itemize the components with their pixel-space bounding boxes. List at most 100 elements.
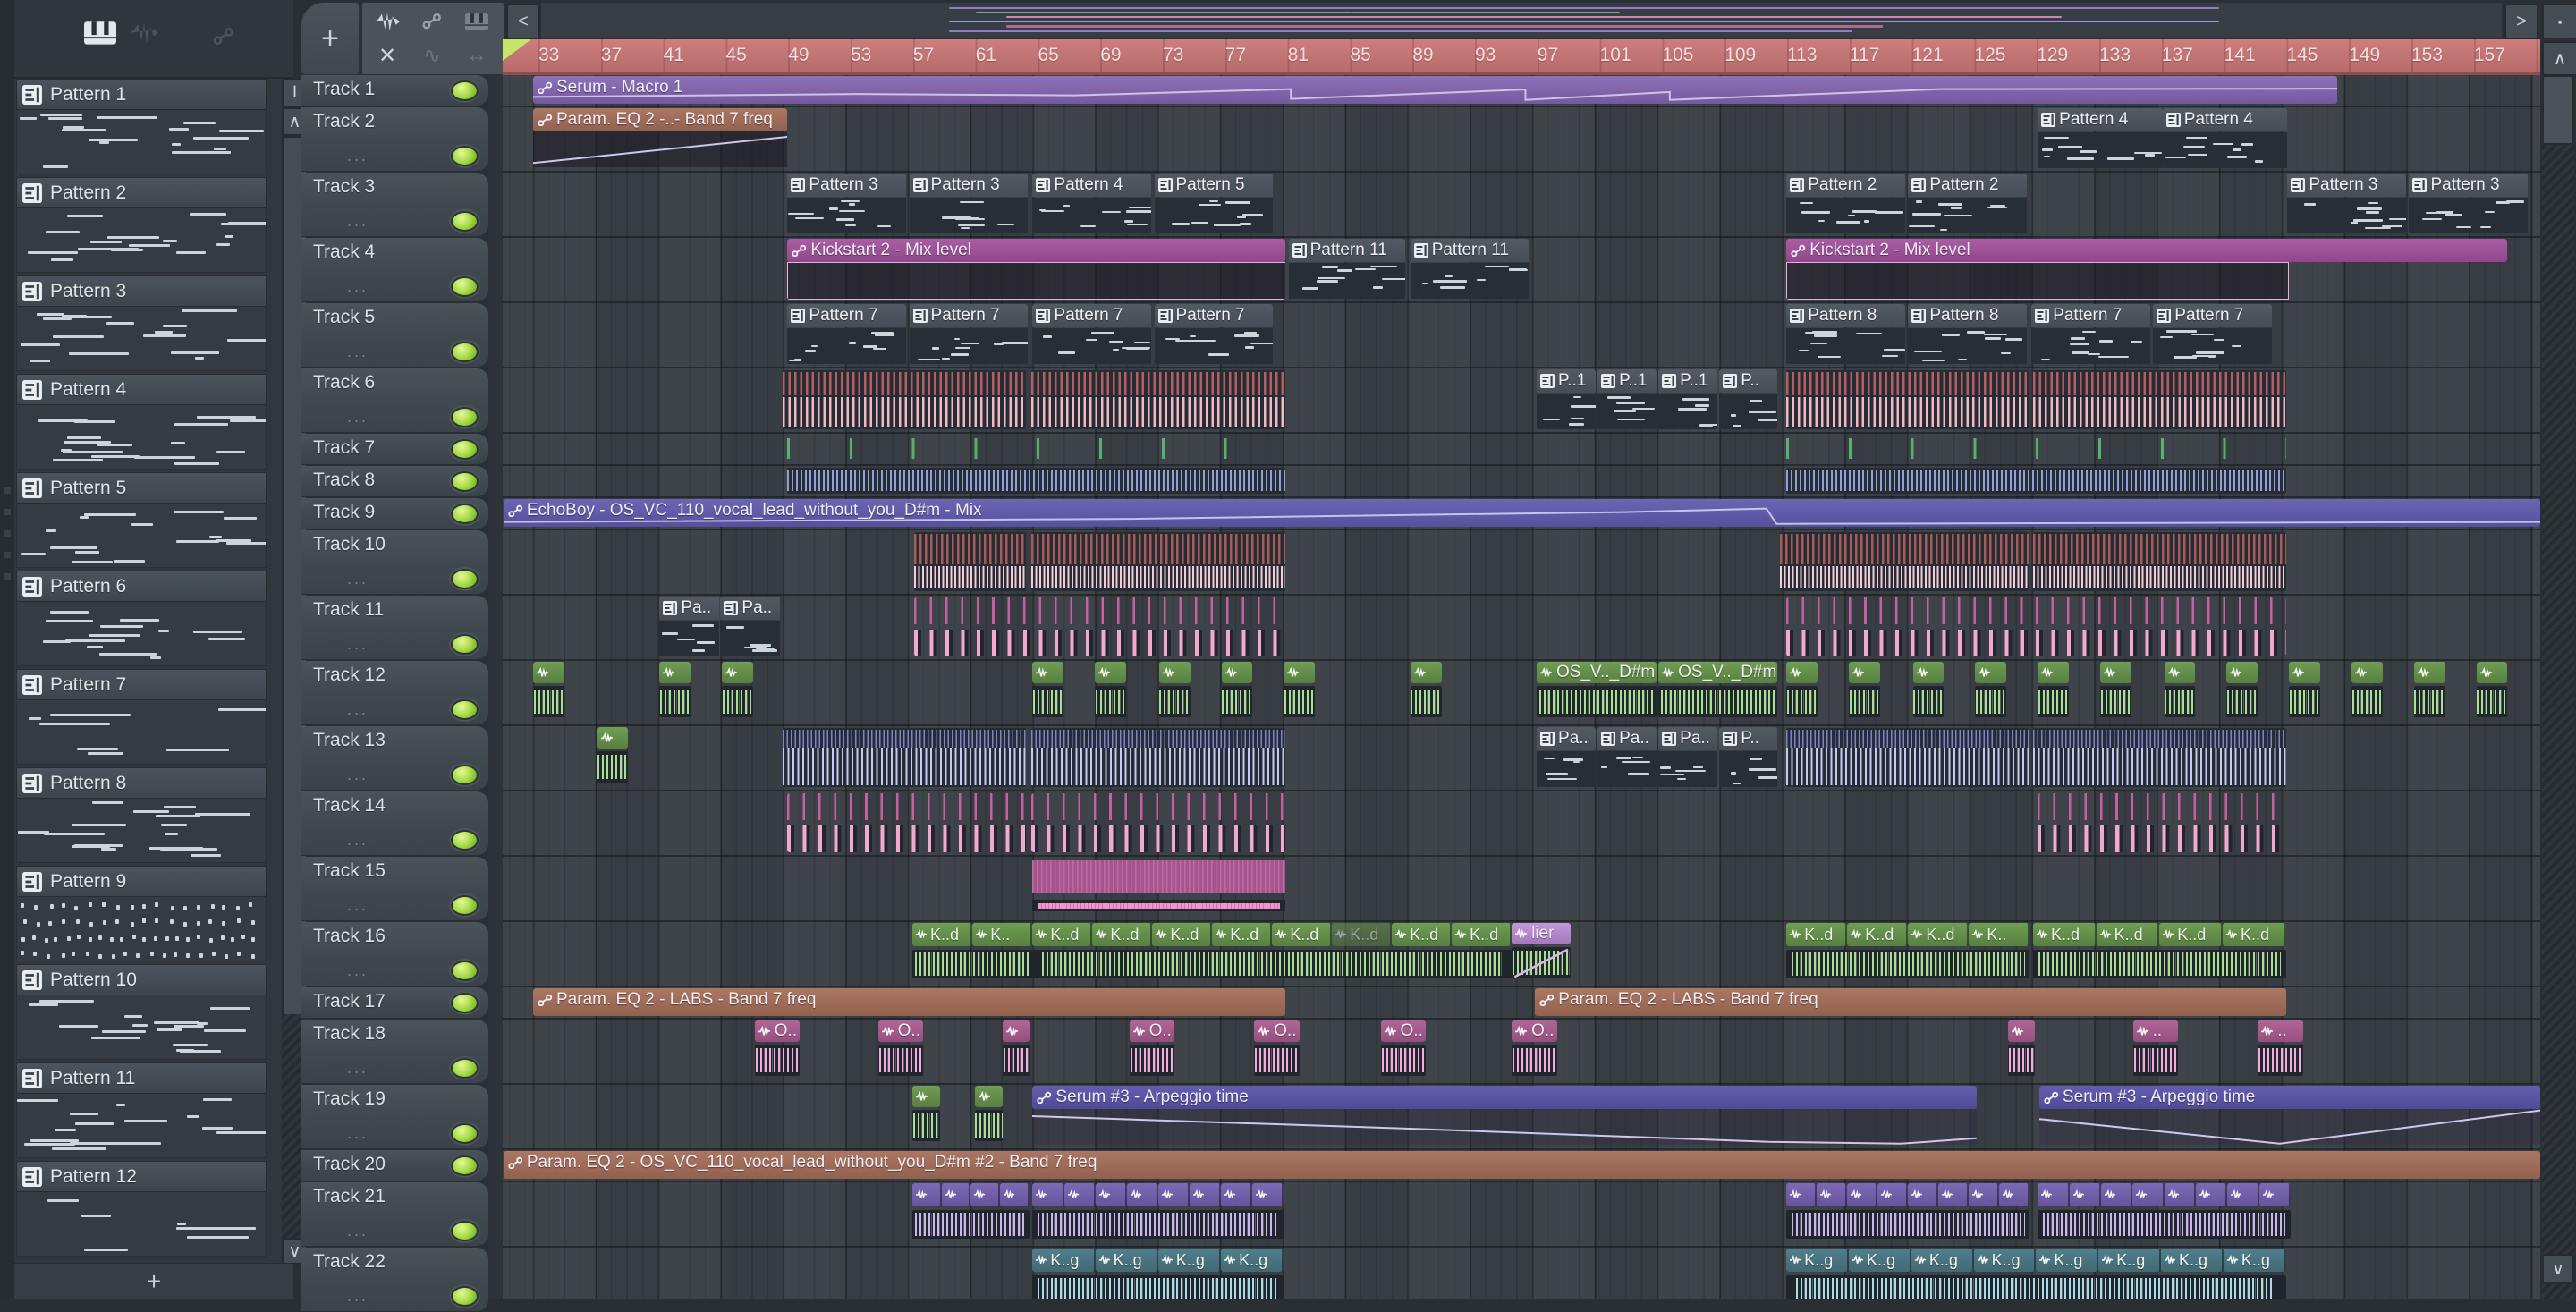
track-mute-led[interactable] — [451, 993, 479, 1013]
track-header-track-21[interactable]: Track 21... — [301, 1182, 488, 1247]
audio-clip-run[interactable] — [1032, 1183, 1284, 1244]
audio-clip-header[interactable]: K..g — [1849, 1249, 1911, 1272]
sidebar-tab-piano-icon[interactable] — [84, 21, 116, 49]
track-header-track-19[interactable]: Track 19... — [301, 1085, 488, 1149]
pattern-clip[interactable]: Pattern 3 — [2409, 174, 2529, 234]
audio-clip-header[interactable]: K..d — [1786, 923, 1848, 946]
audio-clip[interactable] — [2226, 662, 2258, 723]
striped-clip[interactable] — [787, 436, 1286, 461]
audio-clip-header[interactable] — [2164, 1183, 2196, 1206]
audio-clip-header[interactable]: K..d — [1847, 923, 1909, 946]
track-mute-led[interactable] — [451, 1221, 479, 1241]
minimap-scroll-right-button[interactable]: > — [2504, 4, 2538, 39]
track-mute-led[interactable] — [451, 569, 479, 589]
track-header-track-9[interactable]: Track 9 — [301, 498, 488, 529]
audio-clip-header[interactable] — [1063, 1183, 1096, 1206]
audio-clip-header[interactable] — [1032, 1183, 1064, 1206]
audio-clip-header[interactable] — [2195, 1183, 2228, 1206]
audio-clip[interactable]: O.. — [1129, 1020, 1175, 1081]
pattern-clip[interactable]: Pattern 7 — [909, 304, 1029, 365]
audio-clip[interactable]: .. — [2258, 1020, 2303, 1081]
audio-clip-header[interactable]: K..g — [1786, 1249, 1850, 1272]
pattern-clip[interactable]: Pattern 8 — [1908, 304, 2027, 365]
automation-clip[interactable]: Kickstart 2 - Mix level — [787, 239, 1286, 300]
audio-clip[interactable] — [2008, 1020, 2035, 1081]
pattern-clip[interactable]: Pa.. — [1597, 727, 1657, 788]
track-mute-led[interactable] — [451, 1058, 479, 1079]
automation-clip[interactable]: Serum #3 - Arpeggio time — [1032, 1086, 1978, 1147]
pattern-item-header[interactable]: Pattern 5 — [16, 472, 267, 504]
pattern-list-item[interactable]: Pattern 4 — [16, 374, 267, 470]
track-mute-led[interactable] — [451, 1123, 479, 1144]
minimap-dot-button[interactable]: ▪ — [2542, 4, 2576, 39]
automation-clip[interactable]: Serum #3 - Arpeggio time — [2038, 1086, 2540, 1147]
audio-clip[interactable]: lier — [1512, 923, 1572, 984]
audio-clip-header[interactable] — [1908, 1183, 1939, 1206]
track-mute-led[interactable] — [451, 146, 479, 166]
pattern-item-header[interactable]: Pattern 8 — [16, 767, 267, 799]
striped-clip[interactable] — [1786, 468, 2286, 494]
track-header-track-1[interactable]: Track 1 — [301, 75, 488, 106]
striped-clip[interactable] — [1030, 532, 1286, 591]
audio-clip[interactable]: .. — [2132, 1020, 2179, 1081]
audio-clip-header[interactable] — [1126, 1183, 1158, 1206]
pattern-clip[interactable]: Pattern 5 — [1154, 174, 1274, 234]
pattern-clip[interactable]: Pattern 4 — [2162, 108, 2288, 169]
track-mute-led[interactable] — [451, 211, 479, 232]
pattern-clip[interactable]: Pattern 3 — [909, 174, 1029, 234]
audio-clip-header[interactable]: K..d — [1212, 923, 1273, 946]
audio-clip[interactable]: OS_V.._D#m — [1658, 662, 1777, 723]
track-header-track-4[interactable]: Track 4... — [301, 238, 488, 302]
audio-clip-header[interactable] — [1095, 1183, 1127, 1206]
audio-clip-header[interactable]: K..g — [1157, 1249, 1222, 1272]
tool-cut-icon[interactable]: ✕ — [369, 40, 405, 71]
track-header-track-2[interactable]: Track 2... — [301, 107, 488, 172]
striped-clip[interactable] — [2032, 370, 2286, 429]
tool-waveform-icon[interactable] — [369, 6, 405, 37]
audio-clip-run[interactable]: K..d K..d K..d K..d — [2032, 923, 2286, 984]
pattern-clip[interactable]: Pa.. — [1658, 727, 1718, 788]
audio-clip[interactable] — [1284, 662, 1316, 723]
striped-clip[interactable] — [787, 468, 1286, 494]
audio-clip-header[interactable] — [1969, 1183, 2000, 1206]
audio-clip[interactable] — [533, 662, 564, 723]
striped-clip[interactable] — [783, 370, 1027, 429]
playlist-minimap[interactable] — [540, 2, 2503, 39]
pattern-clip[interactable]: Pattern 7 — [2153, 304, 2272, 365]
ruler-scroll-up-button[interactable]: ∧ — [2542, 41, 2576, 76]
audio-clip[interactable] — [912, 1086, 941, 1147]
track-mute-led[interactable] — [451, 80, 479, 101]
audio-clip-header[interactable] — [1000, 1183, 1030, 1206]
add-pattern-button[interactable]: + — [14, 1263, 293, 1299]
pattern-clip[interactable]: Pattern 7 — [1154, 304, 1274, 365]
automation-clip[interactable]: Param. EQ 2 - OS_VC_110_vocal_lead_witho… — [503, 1151, 2540, 1179]
audio-clip-header[interactable] — [2038, 1183, 2070, 1206]
pattern-item-header[interactable]: Pattern 6 — [16, 571, 267, 602]
track-header-track-13[interactable]: Track 13... — [301, 726, 488, 791]
add-playlist-tab-button[interactable]: + — [301, 2, 360, 75]
audio-clip[interactable]: O.. — [1254, 1020, 1300, 1081]
track-mute-led[interactable] — [451, 895, 479, 916]
track-header-track-15[interactable]: Track 15... — [301, 857, 488, 921]
track-header-track-22[interactable]: Track 22... — [301, 1248, 488, 1312]
pattern-list[interactable]: Pattern 1 Pattern 2 Pattern 3 Pattern 4 Patt… — [16, 79, 268, 1261]
audio-clip-header[interactable] — [912, 1183, 942, 1206]
striped-clip[interactable] — [1030, 370, 1286, 429]
pattern-list-item[interactable]: Pattern 1 — [16, 79, 267, 175]
track-mute-led[interactable] — [451, 1155, 479, 1176]
audio-clip[interactable] — [1786, 662, 1818, 723]
audio-clip-header[interactable] — [1847, 1183, 1878, 1206]
pattern-item-header[interactable]: Pattern 12 — [16, 1161, 267, 1192]
audio-clip-header[interactable]: K..g — [1911, 1249, 1974, 1272]
track-header-track-20[interactable]: Track 20 — [301, 1150, 488, 1181]
striped-clip[interactable] — [1780, 532, 2029, 591]
sidebar-tab-waveform-icon[interactable] — [129, 21, 159, 49]
track-mute-led[interactable] — [451, 276, 479, 297]
audio-clip-header[interactable]: K..g — [2036, 1249, 2099, 1272]
audio-clip-header[interactable]: K..d — [2032, 923, 2097, 946]
audio-clip[interactable] — [2413, 662, 2445, 723]
striped-clip[interactable] — [1786, 597, 2286, 656]
pattern-clip[interactable]: P..1 — [1537, 369, 1597, 430]
tool-piano-icon[interactable] — [459, 6, 495, 37]
audio-clip[interactable] — [1849, 662, 1880, 723]
